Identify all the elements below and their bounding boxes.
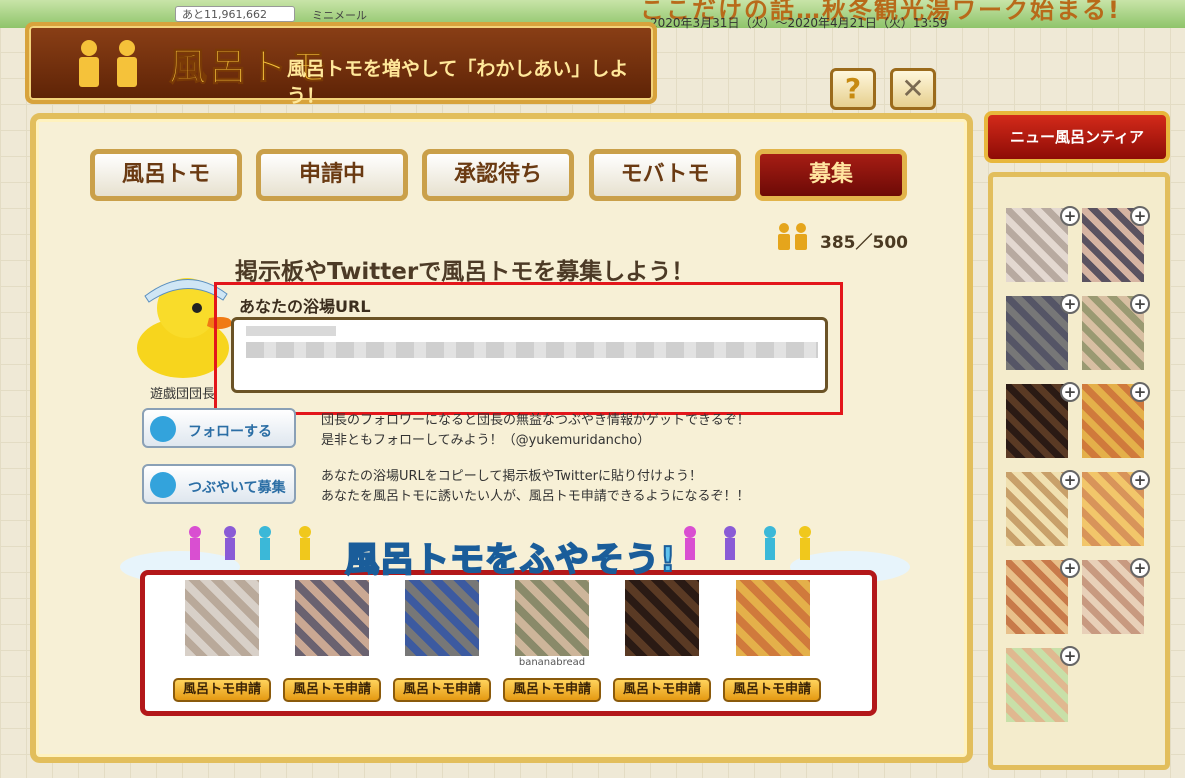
tweet-desc-line1: あなたの浴場URLをコピーして掲示板やTwitterに貼り付けよう！ (321, 469, 702, 484)
exp-remaining: あと11,961,662 (175, 6, 295, 22)
friend-thumbnail[interactable] (1006, 472, 1068, 546)
tweet-recruit-button[interactable]: つぶやいて募集 (142, 464, 296, 504)
candidate-avatar[interactable] (405, 580, 479, 656)
plus-icon[interactable]: + (1060, 558, 1080, 578)
plus-icon[interactable]: + (1130, 206, 1150, 226)
plus-icon[interactable]: + (1130, 294, 1150, 314)
candidate-avatar[interactable] (625, 580, 699, 656)
friend-thumbnail[interactable] (1006, 296, 1068, 370)
plus-icon[interactable]: + (1130, 382, 1150, 402)
event-period: 2020年3月31日（火）～2020年4月21日（火）13:59 (650, 16, 948, 30)
bird-icon (150, 472, 176, 498)
friend-request-button[interactable]: 風呂トモ申請 (613, 678, 711, 702)
follow-desc-line2: 是非ともフォローしてみよう！（@yukemuridancho） (321, 433, 651, 448)
plus-icon[interactable]: + (1060, 470, 1080, 490)
mini-mail-link[interactable]: ミニメール (312, 7, 367, 23)
plus-icon[interactable]: + (1060, 206, 1080, 226)
friends-count-icon (778, 223, 807, 250)
friend-thumbnail[interactable] (1006, 648, 1068, 722)
friend-request-button[interactable]: 風呂トモ申請 (173, 678, 271, 702)
plus-icon[interactable]: + (1130, 470, 1150, 490)
close-button[interactable]: ✕ (890, 68, 936, 110)
candidate-avatar[interactable] (515, 580, 589, 656)
bird-icon (150, 416, 176, 442)
recruit-headline: 掲示板やTwitterで風呂トモを募集しよう！ (235, 259, 695, 285)
friend-request-button[interactable]: 風呂トモ申請 (283, 678, 381, 702)
highlight-frame (214, 282, 843, 415)
tab-mobatomo[interactable]: モバトモ (589, 149, 741, 201)
plus-icon[interactable]: + (1060, 646, 1080, 666)
tab-awaiting-approval[interactable]: 承認待ち (422, 149, 574, 201)
follow-button[interactable]: フォローする (142, 408, 296, 448)
follow-button-label: フォローする (188, 424, 272, 440)
friend-request-button[interactable]: 風呂トモ申請 (393, 678, 491, 702)
new-frontier-button[interactable]: ニュー風呂ンティア (984, 111, 1170, 163)
candidate-avatar[interactable] (185, 580, 259, 656)
page-subtitle: 風呂トモを増やして「わかしあい」しよう！ (287, 58, 629, 107)
candidate-name: bananabread (518, 657, 586, 668)
plus-icon[interactable]: + (1060, 294, 1080, 314)
friend-thumbnail[interactable] (1006, 208, 1068, 282)
tab-recruit[interactable]: 募集 (755, 149, 907, 201)
tweet-button-label: つぶやいて募集 (188, 480, 286, 496)
friend-request-button[interactable]: 風呂トモ申請 (723, 678, 821, 702)
people-icon (79, 40, 137, 87)
friend-request-button[interactable]: 風呂トモ申請 (503, 678, 601, 702)
mascot-name: 遊戯団団長 (150, 387, 216, 402)
candidate-avatar[interactable] (736, 580, 810, 656)
follow-description: 団長のフォロワーになると団長の無益なつぶやき情報がゲットできるぞ！ 是非ともフォ… (321, 411, 750, 451)
header-banner: 風呂トモ 風呂トモを増やして「わかしあい」しよう！ (25, 22, 657, 107)
tweet-description: あなたの浴場URLをコピーして掲示板やTwitterに貼り付けよう！ あなたを風… (321, 467, 749, 507)
tab-furo-tomo[interactable]: 風呂トモ (90, 149, 242, 201)
help-button[interactable]: ? (830, 68, 876, 110)
follow-desc-line1: 団長のフォロワーになると団長の無益なつぶやき情報がゲットできるぞ！ (321, 413, 750, 428)
tab-pending[interactable]: 申請中 (256, 149, 408, 201)
friends-count: 385／500 (820, 233, 908, 253)
recruit-title: 風呂トモをふやそう! (344, 539, 677, 581)
plus-icon[interactable]: + (1060, 382, 1080, 402)
friend-thumbnail[interactable] (1006, 384, 1068, 458)
candidate-avatar[interactable] (295, 580, 369, 656)
tweet-desc-line2: あなたを風呂トモに誘いたい人が、風呂トモ申請できるようになるぞ！！ (321, 489, 750, 504)
plus-icon[interactable]: + (1130, 558, 1150, 578)
friend-thumbnail[interactable] (1006, 560, 1068, 634)
